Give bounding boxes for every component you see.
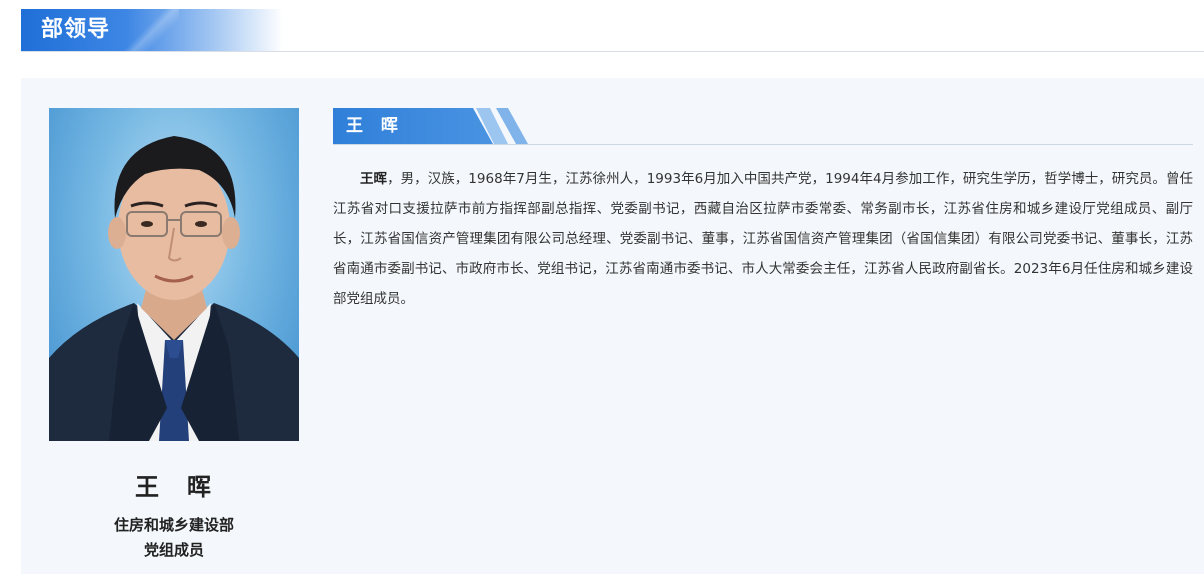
leader-photo (49, 108, 299, 441)
leader-name: 王 晖 (135, 473, 213, 501)
name-bar-title: 王 晖 (346, 116, 404, 136)
name-bar: 王 晖 (333, 108, 1193, 145)
bio-text: ，男，汉族，1968年7月生，江苏徐州人，1993年6月加入中国共产党，1994… (333, 171, 1193, 307)
leader-bio: 王晖，男，汉族，1968年7月生，江苏徐州人，1993年6月加入中国共产党，19… (333, 164, 1193, 314)
section-title: 部领导 (41, 17, 111, 42)
leader-organization: 住房和城乡建设部 (113, 516, 234, 534)
section-header: 部领导 (21, 9, 1204, 52)
bio-name: 王晖 (360, 171, 388, 187)
page: 部领导 王 晖 住房和城乡建设部 党组成员 王 晖 王晖，男，汉族，1968年7… (0, 0, 1204, 574)
leader-panel: 王 晖 住房和城乡建设部 党组成员 王 晖 王晖，男，汉族，1968年7月生，江… (21, 78, 1204, 574)
portrait-image (49, 136, 299, 441)
leader-position: 党组成员 (143, 541, 204, 559)
